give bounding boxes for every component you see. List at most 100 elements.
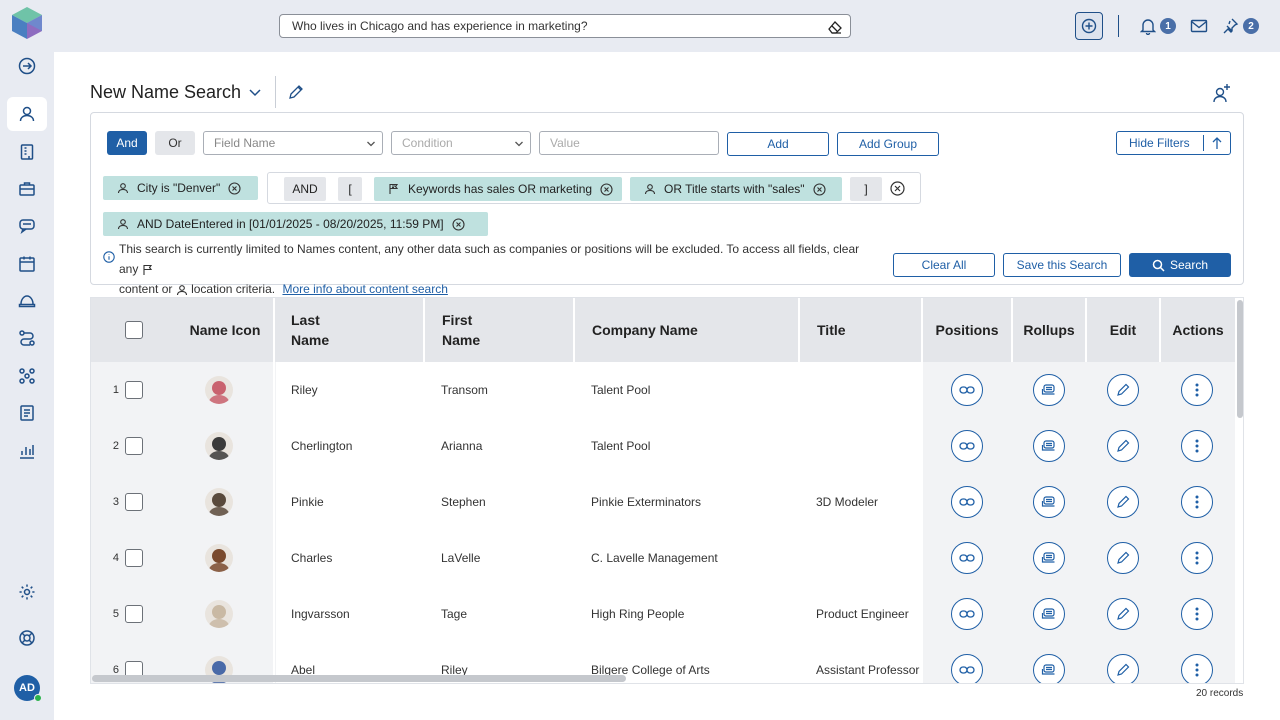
or-toggle-button[interactable]: Or bbox=[155, 131, 195, 155]
quick-add-button[interactable] bbox=[1075, 12, 1103, 40]
select-all-checkbox[interactable] bbox=[125, 321, 143, 339]
filter-chip-keywords[interactable]: Keywords has sales OR marketing bbox=[374, 177, 622, 201]
company-name-cell[interactable]: Talent Pool bbox=[591, 418, 791, 474]
link-positions-button[interactable] bbox=[951, 654, 983, 683]
search-button[interactable]: Search bbox=[1129, 253, 1231, 277]
avatar[interactable] bbox=[205, 432, 233, 460]
row-checkbox[interactable] bbox=[125, 381, 143, 399]
cube-logo-icon[interactable] bbox=[11, 6, 43, 40]
rollups-cell bbox=[1033, 530, 1065, 586]
close-circle-icon[interactable] bbox=[600, 182, 613, 196]
avatar[interactable] bbox=[205, 488, 233, 516]
more-actions-button[interactable] bbox=[1181, 430, 1213, 462]
user-avatar[interactable]: AD bbox=[14, 675, 42, 702]
close-circle-icon[interactable] bbox=[890, 181, 905, 196]
field-name-select[interactable]: Field Name bbox=[203, 131, 383, 155]
rollups-button[interactable] bbox=[1033, 486, 1065, 518]
add-person-icon[interactable] bbox=[1211, 82, 1233, 104]
pins-button[interactable]: 2 bbox=[1223, 17, 1259, 35]
edit-button[interactable] bbox=[1107, 542, 1139, 574]
rollups-button[interactable] bbox=[1033, 430, 1065, 462]
add-group-button[interactable]: Add Group bbox=[837, 132, 939, 156]
edit-button[interactable] bbox=[1107, 654, 1139, 683]
add-filter-button[interactable]: Add bbox=[727, 132, 829, 156]
link-positions-button[interactable] bbox=[951, 486, 983, 518]
link-positions-button[interactable] bbox=[951, 374, 983, 406]
filter-chip-title[interactable]: OR Title starts with "sales" bbox=[630, 177, 842, 201]
rollups-button[interactable] bbox=[1033, 542, 1065, 574]
messages-button[interactable] bbox=[1190, 18, 1208, 34]
row-checkbox[interactable] bbox=[125, 549, 143, 567]
eraser-icon[interactable] bbox=[827, 19, 843, 35]
row-checkbox[interactable] bbox=[125, 493, 143, 511]
header-first-name[interactable]: First Name bbox=[442, 298, 572, 362]
header-company-name[interactable]: Company Name bbox=[592, 298, 792, 362]
notifications-button[interactable]: 1 bbox=[1140, 17, 1176, 35]
filter-chip-city[interactable]: City is "Denver" bbox=[103, 176, 258, 200]
clear-all-button[interactable]: Clear All bbox=[893, 253, 995, 277]
edit-button[interactable] bbox=[1107, 430, 1139, 462]
rail-item-names[interactable] bbox=[7, 97, 47, 131]
rail-item-pipelines[interactable] bbox=[7, 321, 47, 355]
filter-chip-date[interactable]: AND DateEntered in [01/01/2025 - 08/20/2… bbox=[103, 212, 488, 236]
rail-item-calendar[interactable] bbox=[7, 247, 47, 281]
table-row[interactable]: 5 Ingvarsson Tage High Ring People Produ… bbox=[91, 586, 1235, 642]
positions-cell bbox=[951, 586, 983, 642]
link-positions-button[interactable] bbox=[951, 430, 983, 462]
avatar[interactable] bbox=[205, 376, 233, 404]
header-title[interactable]: Title bbox=[817, 298, 917, 362]
rail-item-activities[interactable] bbox=[7, 209, 47, 243]
rail-item-settings[interactable] bbox=[7, 575, 47, 609]
company-name-cell[interactable]: High Ring People bbox=[591, 586, 791, 642]
table-row[interactable]: 2 Cherlington Arianna Talent Pool bbox=[91, 418, 1235, 474]
edit-button[interactable] bbox=[1107, 598, 1139, 630]
link-positions-button[interactable] bbox=[951, 542, 983, 574]
more-actions-button[interactable] bbox=[1181, 654, 1213, 683]
pencil-icon[interactable] bbox=[288, 84, 304, 100]
horizontal-scrollbar[interactable] bbox=[92, 675, 626, 682]
close-circle-icon[interactable] bbox=[452, 217, 465, 231]
and-toggle-button[interactable]: And bbox=[107, 131, 147, 155]
content-search-info-link[interactable]: More info about content search bbox=[282, 282, 447, 296]
avatar[interactable] bbox=[205, 600, 233, 628]
more-actions-button[interactable] bbox=[1181, 486, 1213, 518]
edit-button[interactable] bbox=[1107, 486, 1139, 518]
rail-item-companies[interactable] bbox=[7, 135, 47, 169]
rail-item-talent[interactable] bbox=[7, 284, 47, 318]
rail-item-apps[interactable] bbox=[7, 359, 47, 393]
table-row[interactable]: 1 Riley Transom Talent Pool bbox=[91, 362, 1235, 418]
table-row[interactable]: 4 Charles LaVelle C. Lavelle Management bbox=[91, 530, 1235, 586]
rail-item-documents[interactable] bbox=[7, 396, 47, 430]
company-name-cell[interactable]: C. Lavelle Management bbox=[591, 530, 791, 586]
more-actions-button[interactable] bbox=[1181, 542, 1213, 574]
hide-filters-button[interactable]: Hide Filters bbox=[1116, 131, 1231, 155]
table-row[interactable]: 3 Pinkie Stephen Pinkie Exterminators 3D… bbox=[91, 474, 1235, 530]
edit-button[interactable] bbox=[1107, 374, 1139, 406]
avatar[interactable] bbox=[205, 544, 233, 572]
condition-select[interactable]: Condition bbox=[391, 131, 531, 155]
rail-item-positions[interactable] bbox=[7, 172, 47, 206]
company-name-cell[interactable]: Talent Pool bbox=[591, 362, 791, 418]
rollups-button[interactable] bbox=[1033, 374, 1065, 406]
rollups-button[interactable] bbox=[1033, 598, 1065, 630]
value-input[interactable]: Value bbox=[539, 131, 719, 155]
save-search-button[interactable]: Save this Search bbox=[1003, 253, 1121, 277]
rail-item-help[interactable] bbox=[7, 621, 47, 655]
expand-rail-button[interactable] bbox=[7, 49, 47, 83]
rollups-button[interactable] bbox=[1033, 654, 1065, 683]
chevron-down-icon[interactable] bbox=[248, 85, 262, 99]
more-actions-button[interactable] bbox=[1181, 374, 1213, 406]
header-last-name[interactable]: Last Name bbox=[291, 298, 421, 362]
close-circle-icon[interactable] bbox=[228, 181, 241, 195]
company-name-cell[interactable]: Pinkie Exterminators bbox=[591, 474, 791, 530]
global-search-input[interactable]: Who lives in Chicago and has experience … bbox=[279, 14, 851, 38]
more-actions-button[interactable] bbox=[1181, 598, 1213, 630]
rail-item-reports[interactable] bbox=[7, 434, 47, 468]
vertical-scrollbar[interactable] bbox=[1237, 300, 1243, 418]
title-cell bbox=[816, 530, 921, 586]
row-checkbox[interactable] bbox=[125, 605, 143, 623]
link-positions-button[interactable] bbox=[951, 598, 983, 630]
header-name-icon[interactable]: Name Icon bbox=[177, 298, 273, 362]
close-circle-icon[interactable] bbox=[813, 182, 826, 196]
row-checkbox[interactable] bbox=[125, 437, 143, 455]
